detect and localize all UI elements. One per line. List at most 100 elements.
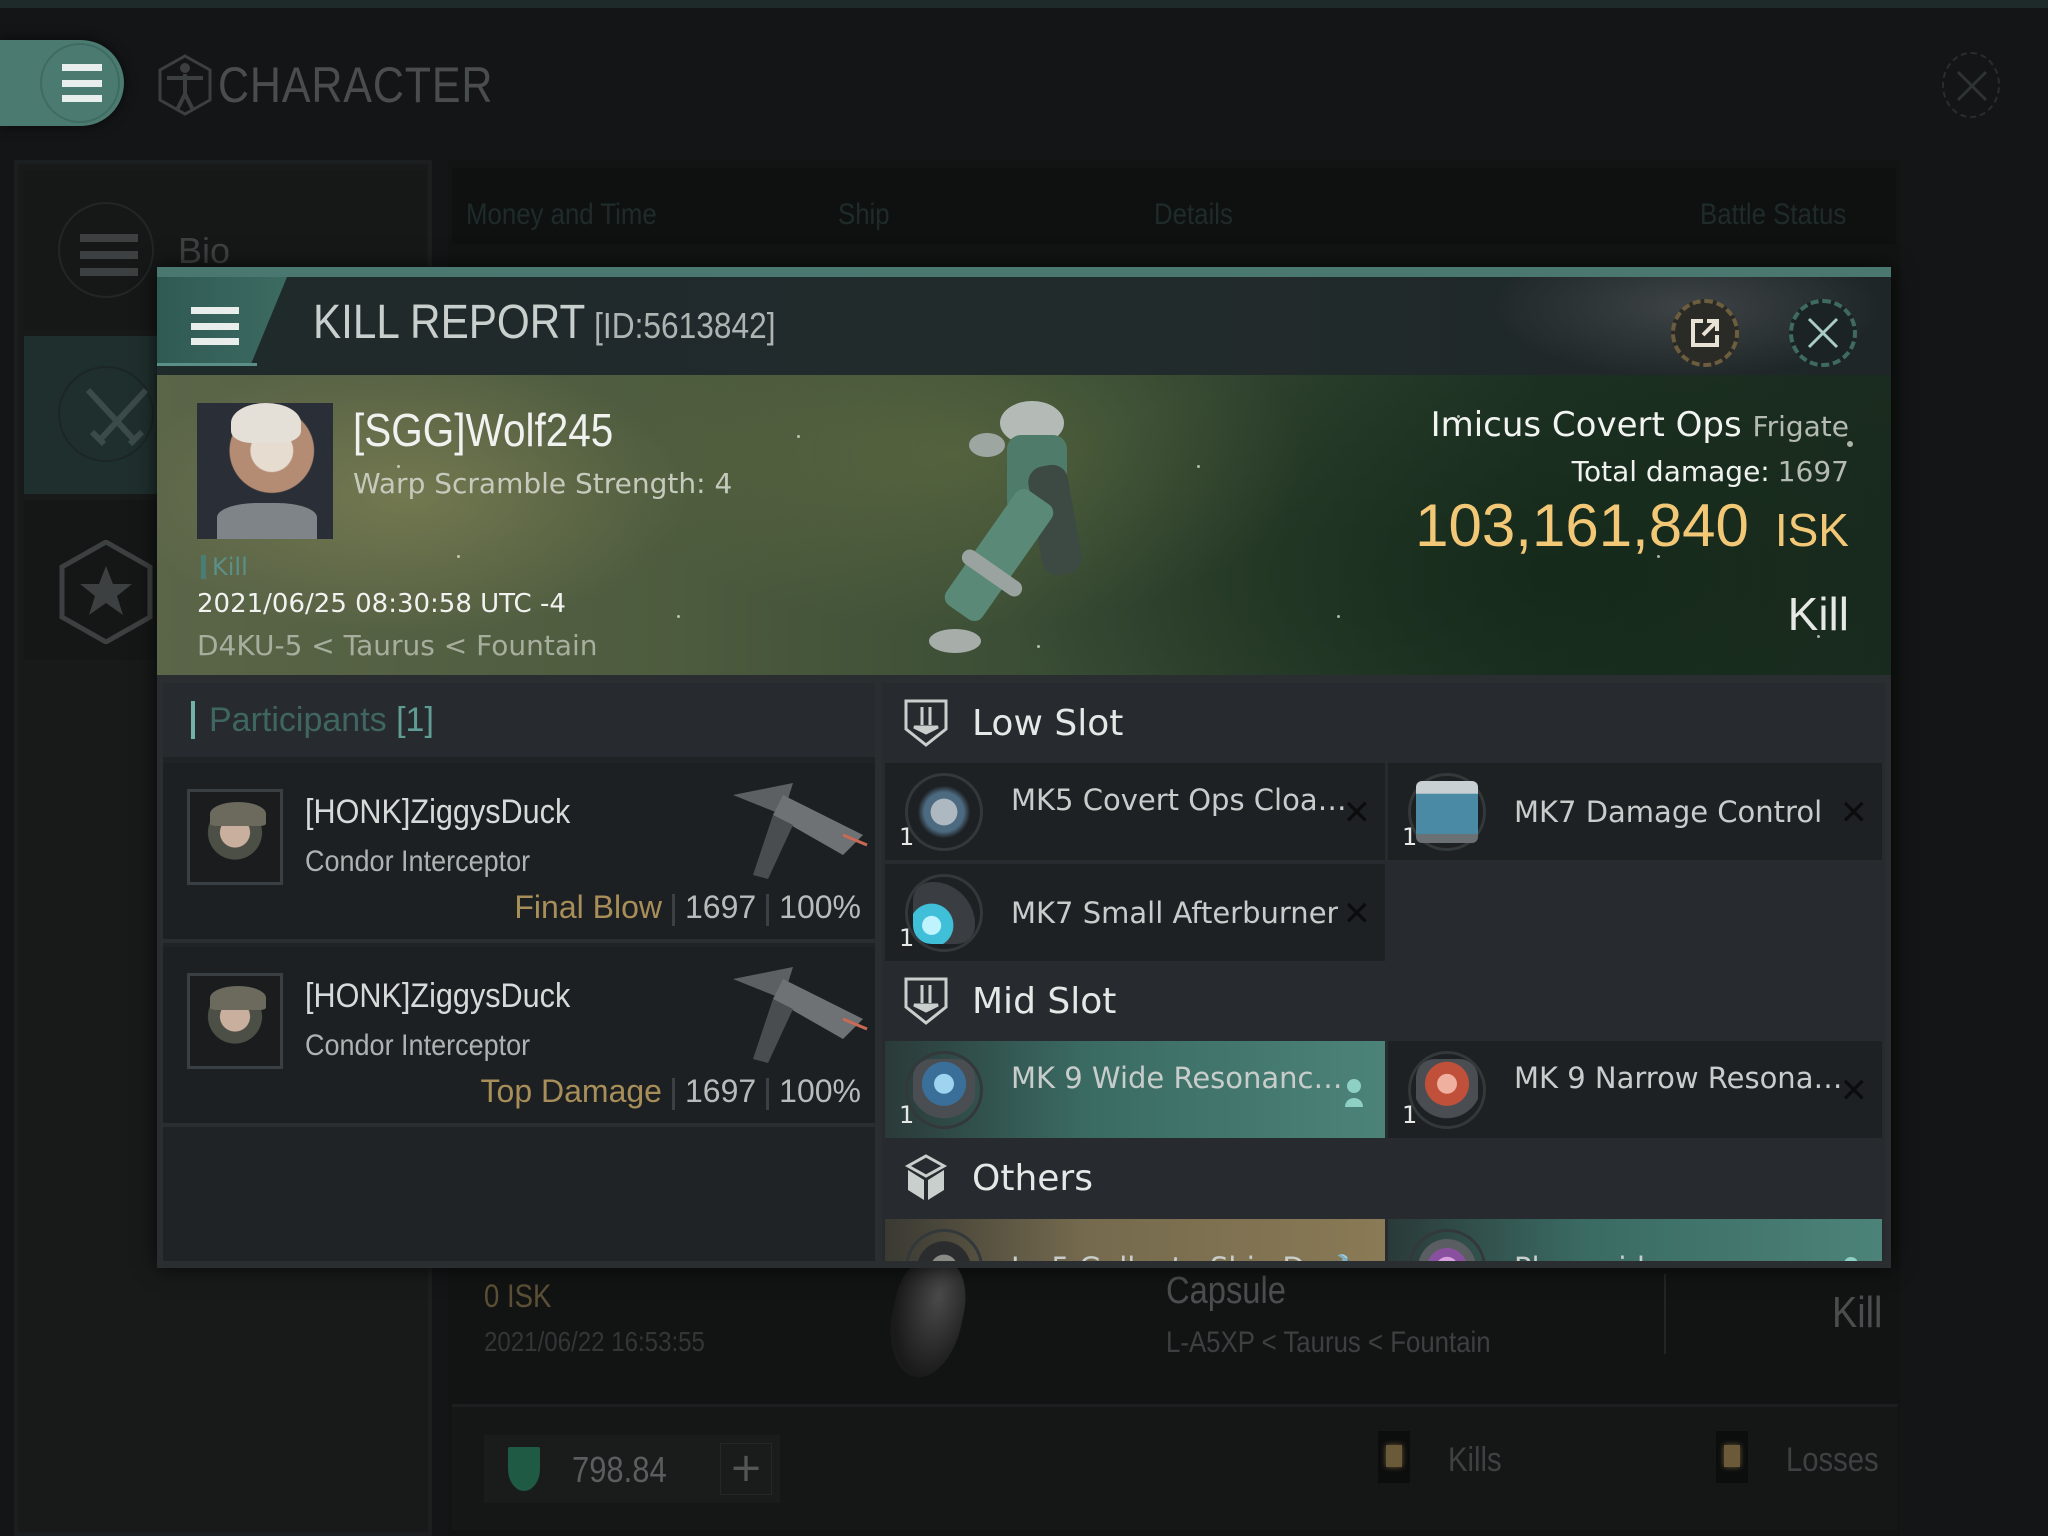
attacker-name[interactable]: [HONK]ZiggysDuck	[305, 793, 570, 832]
total-damage-value: 1697	[1777, 455, 1849, 488]
losses-legend-label[interactable]: Losses	[1786, 1441, 1879, 1480]
balance-value: 798.84	[572, 1449, 667, 1490]
outer-close-button[interactable]	[1942, 52, 2000, 118]
page-title: CHARACTER	[218, 57, 494, 113]
menu-icon	[191, 307, 239, 345]
attacker-damage: 1697	[684, 889, 757, 925]
attacker-name[interactable]: [HONK]ZiggysDuck	[305, 977, 570, 1016]
ship-name-text: Imicus Covert Ops	[1430, 405, 1742, 445]
top-strip	[0, 0, 2048, 8]
fitting-item[interactable]: 1 MK 9 Narrow Resonance... ✕	[1388, 1041, 1882, 1138]
tab-edge	[157, 363, 257, 366]
kill-location[interactable]: D4KU-5 < Taurus < Fountain	[197, 629, 598, 662]
section-title: Others	[972, 1158, 1093, 1199]
menu-icon	[80, 234, 138, 276]
participants-title: Participants [1]	[191, 701, 434, 739]
participants-count: [1]	[396, 701, 434, 739]
close-icon	[1956, 70, 1988, 102]
sidebar-item-label: Bio	[178, 230, 231, 271]
dropped-person-icon	[1844, 1257, 1858, 1261]
victim-avatar[interactable]	[197, 403, 333, 539]
victim-name[interactable]: [SGG]Wolf245	[353, 403, 613, 457]
footer: 798.84 + Kills Losses	[452, 1404, 1898, 1530]
item-name: MK7 Small Afterburner	[1011, 896, 1339, 930]
resonance-scanner-icon	[913, 1059, 975, 1121]
star-medal-icon	[59, 540, 153, 644]
section-title: Low Slot	[972, 703, 1124, 744]
destroyed-icon: ✕	[1839, 793, 1869, 833]
attacker-ship: Condor Interceptor	[305, 1029, 531, 1062]
destroyed-icon: ✕	[1342, 894, 1372, 934]
result-label: Kill	[1787, 588, 1849, 640]
isk-unit: ISK	[1774, 504, 1849, 556]
vitruvian-man-icon	[157, 54, 213, 116]
attacker-ship-image	[733, 783, 868, 879]
attacker-percent: 100%	[779, 1073, 861, 1109]
afterburner-icon	[913, 882, 975, 944]
total-damage: Total damage: 1697	[1572, 455, 1849, 488]
fitting-item[interactable]: 1 MK7 Damage Control ✕	[1388, 763, 1882, 860]
modal-header: KILL REPORT [ID:5613842]	[157, 277, 1891, 375]
crossed-swords-icon	[85, 387, 149, 447]
fitting-item[interactable]: 1 MK 9 Wide Resonance...	[885, 1041, 1385, 1138]
kill-datetime: 2021/06/25 08:30:58 UTC -4	[197, 589, 566, 619]
share-button[interactable]	[1671, 299, 1739, 367]
item-name: Lv.5 Gallente Ship Debris	[1011, 1251, 1351, 1261]
kill-report-modal: KILL REPORT [ID:5613842] [SGG]Wolf245 War…	[157, 267, 1891, 1268]
item-name: Plasmoids	[1514, 1251, 1660, 1261]
kills-legend-label[interactable]: Kills	[1448, 1441, 1502, 1480]
dropped-person-icon	[1345, 1079, 1363, 1107]
row-isk: 0 ISK	[484, 1278, 552, 1314]
row-status: Kill	[1832, 1288, 1883, 1337]
item-name: MK5 Covert Ops Cloaking...	[1011, 783, 1351, 817]
attacker-role: Final Blow	[514, 889, 662, 925]
external-link-icon	[1691, 319, 1719, 347]
victim-ship-image	[929, 401, 1082, 653]
main-menu-button[interactable]	[0, 40, 124, 126]
plasmoids-icon	[1416, 1237, 1478, 1261]
item-quantity: 1	[899, 924, 915, 952]
isk-value: 103,161,840 ISK	[1415, 491, 1849, 560]
ship-debris-icon	[913, 1237, 975, 1261]
table-row[interactable]: 0 ISK 2021/06/22 16:53:55 Capsule L-A5XP…	[452, 1252, 1898, 1384]
attacker-avatar[interactable]	[187, 973, 283, 1069]
ship-name[interactable]: Imicus Covert Ops Frigate	[1431, 405, 1849, 445]
wrench-icon: 🔧	[1332, 1253, 1367, 1261]
table-header: Money and Time Ship Details Battle Statu…	[452, 168, 1896, 244]
balance-box: 798.84 +	[484, 1435, 780, 1503]
victim-subtitle: Warp Scramble Strength: 4	[353, 467, 733, 500]
column-ship: Ship	[838, 198, 890, 231]
fitting-item[interactable]: 1 MK7 Small Afterburner ✕	[885, 864, 1385, 961]
item-name: MK 9 Wide Resonance...	[1011, 1061, 1351, 1095]
column-money-time: Money and Time	[466, 198, 657, 231]
shield-slot-icon	[904, 977, 948, 1025]
item-name: MK7 Damage Control	[1514, 795, 1823, 829]
attacker-percent: 100%	[779, 889, 861, 925]
modal-title-text: KILL REPORT	[313, 296, 586, 349]
row-date: 2021/06/22 16:53:55	[484, 1326, 705, 1357]
cloaking-device-icon	[913, 781, 975, 843]
others-section: Others	[882, 1138, 1885, 1218]
close-button[interactable]	[1789, 299, 1857, 367]
fitting-item[interactable]: Lv.5 Gallente Ship Debris 🔧	[885, 1219, 1385, 1261]
column-details: Details	[1154, 198, 1233, 231]
row-ship: Capsule	[1166, 1270, 1286, 1312]
participants-panel: Participants [1] [HONK]ZiggysDuck Condor…	[163, 683, 875, 1261]
attacker-avatar[interactable]	[187, 789, 283, 885]
ship-class: Frigate	[1752, 410, 1850, 443]
fitting-item[interactable]: 1 MK5 Covert Ops Cloaking... ✕	[885, 763, 1385, 860]
kill-id: [ID:5613842]	[594, 305, 776, 346]
participant-row[interactable]: [HONK]ZiggysDuck Condor Interceptor Fina…	[163, 763, 875, 943]
participant-row[interactable]: [HONK]ZiggysDuck Condor Interceptor Top …	[163, 947, 875, 1127]
item-quantity: 1	[899, 823, 915, 851]
cube-icon	[904, 1154, 948, 1200]
capsule-image	[880, 1252, 974, 1384]
low-slot-section: Low Slot	[882, 683, 1885, 763]
attacker-role: Top Damage	[480, 1073, 662, 1109]
kills-swatch	[1378, 1431, 1410, 1483]
row-divider	[1664, 1274, 1666, 1354]
modal-title: KILL REPORT [ID:5613842]	[313, 295, 776, 350]
fitting-item[interactable]: Plasmoids	[1388, 1219, 1882, 1261]
attacker-stats: Final Blow 1697 100%	[514, 889, 861, 926]
add-button[interactable]: +	[720, 1443, 772, 1495]
